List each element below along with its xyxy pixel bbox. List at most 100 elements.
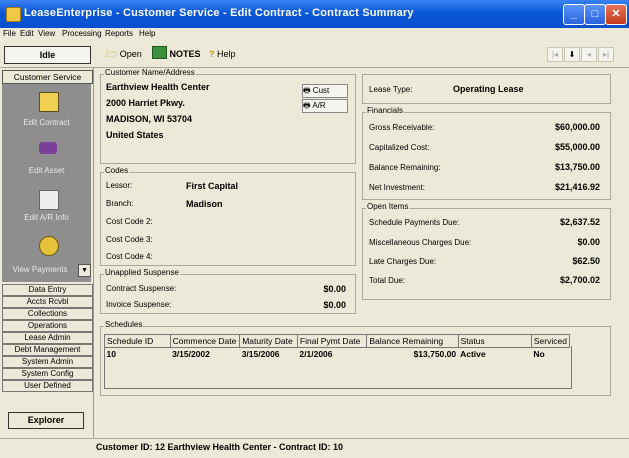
receipt-icon[interactable] [39, 190, 59, 210]
help-button[interactable]: ? Help [209, 45, 236, 63]
toolbar: Idle 🗁 Open NOTES ? Help |◂ ⬇ ◂ ▸| [0, 41, 629, 68]
open-button[interactable]: 🗁 Open [106, 45, 142, 63]
nav-area: Edit Contract Edit Asset Edit A/R Info V… [2, 84, 91, 282]
prev-record-icon[interactable]: ◂ [581, 47, 597, 62]
branch-value: Madison [186, 199, 223, 209]
module-customer-service[interactable]: Customer Service [2, 70, 93, 84]
nav-edit-ar-info[interactable]: Edit A/R Info [2, 213, 91, 222]
menu-help[interactable]: Help [139, 29, 155, 38]
customer-group-label: Customer Name/Address [104, 68, 196, 77]
customer-street: 2000 Harriet Pkwy. [106, 98, 185, 108]
close-button[interactable]: ✕ [605, 4, 627, 25]
cell-schedule-id: 10 [106, 349, 116, 359]
menu-reports[interactable]: Reports [105, 29, 133, 38]
ar-button[interactable]: 🖶 A/R [302, 99, 348, 113]
codes-group-label: Codes [104, 166, 130, 175]
cust-label: Cust [312, 86, 330, 95]
menu-edit[interactable]: Edit [20, 29, 34, 38]
nav-view-payments[interactable]: View Payments [2, 265, 78, 274]
col-serviced[interactable]: Serviced [530, 334, 571, 348]
financials-group-label: Financials [366, 106, 405, 115]
balance-remaining-label: Balance Remaining: [369, 163, 441, 172]
app-icon [6, 7, 21, 22]
customer-name: Earthview Health Center [106, 82, 210, 92]
gross-receivable-label: Gross Receivable: [369, 123, 435, 132]
cust-button[interactable]: 🖶 Cust [302, 84, 348, 98]
module-data-entry[interactable]: Data Entry [2, 284, 93, 296]
schedule-payments-due-value: $2,637.52 [559, 217, 600, 227]
schedules-group-label: Schedules [104, 320, 144, 329]
net-investment-value: $21,416.92 [554, 182, 600, 192]
col-balance-remaining[interactable]: Balance Remaining [366, 334, 459, 348]
help-label: Help [217, 49, 236, 59]
question-icon: ? [209, 49, 215, 59]
branch-label: Branch: [106, 199, 134, 208]
module-system-config[interactable]: System Config [2, 368, 93, 380]
document-icon[interactable] [39, 92, 59, 112]
status-text: Customer ID: 12 Earthview Health Center … [96, 442, 344, 452]
col-status[interactable]: Status [457, 334, 532, 348]
cell-maturity-date: 3/15/2006 [241, 349, 280, 359]
cost-code-2-label: Cost Code 2: [106, 217, 153, 226]
coins-icon[interactable] [39, 236, 59, 256]
nav-edit-contract[interactable]: Edit Contract [2, 118, 91, 127]
capitalized-cost-value: $55,000.00 [554, 142, 600, 152]
late-charges-due-label: Late Charges Due: [369, 257, 437, 266]
menu-processing[interactable]: Processing [62, 29, 102, 38]
cost-code-4-label: Cost Code 4: [106, 252, 153, 261]
balance-remaining-value: $13,750.00 [554, 162, 600, 172]
col-schedule-id[interactable]: Schedule ID [104, 334, 171, 348]
ar-label: A/R [312, 101, 326, 110]
net-investment-label: Net Investment: [369, 183, 426, 192]
open-items-group-label: Open Items [366, 202, 410, 211]
gross-receivable-value: $60,000.00 [554, 122, 600, 132]
lessor-value: First Capital [186, 181, 239, 191]
contract-suspense-label: Contract Suspense: [106, 284, 177, 293]
lease-type-value: Operating Lease [453, 84, 524, 94]
scroll-down-icon[interactable]: ▼ [78, 264, 91, 277]
contract-suspense-value: $0.00 [323, 284, 346, 294]
cost-code-3-label: Cost Code 3: [106, 235, 153, 244]
misc-charges-due-label: Miscellaneous Charges Due: [369, 238, 472, 247]
lessor-label: Lessor: [106, 181, 133, 190]
capitalized-cost-label: Capitalized Cost: [369, 143, 430, 152]
printer-icon: 🖶 [303, 86, 311, 95]
table-row[interactable]: 10 3/15/2002 3/15/2006 2/1/2006 $13,750.… [105, 348, 570, 361]
menu-file[interactable]: File [3, 29, 16, 38]
nav-edit-asset[interactable]: Edit Asset [2, 166, 91, 175]
suspense-group-label: Unapplied Suspense [104, 268, 180, 277]
open-label: Open [119, 49, 142, 59]
menu-view[interactable]: View [38, 29, 55, 38]
notes-button[interactable]: NOTES [152, 45, 201, 63]
first-record-icon[interactable]: |◂ [547, 47, 563, 62]
maximize-button[interactable]: □ [584, 4, 606, 25]
late-charges-due-value: $62.50 [572, 256, 600, 266]
down-arrow-icon[interactable]: ⬇ [564, 47, 580, 62]
schedules-table: Schedule ID Commence Date Maturity Date … [104, 334, 571, 361]
explorer-button[interactable]: Explorer [8, 412, 84, 429]
total-due-value: $2,700.02 [559, 275, 600, 285]
menu-bar: File Edit View Processing Reports Help [0, 28, 629, 41]
module-system-admin[interactable]: System Admin [2, 356, 93, 368]
window-title: LeaseEnterprise - Customer Service - Edi… [24, 7, 414, 19]
module-user-defined[interactable]: User Defined [2, 380, 93, 392]
car-icon[interactable] [39, 142, 57, 154]
col-maturity-date[interactable]: Maturity Date [239, 334, 298, 348]
module-debt-management[interactable]: Debt Management [2, 344, 93, 356]
cell-serviced: No [533, 349, 545, 359]
invoice-suspense-value: $0.00 [323, 300, 346, 310]
minimize-button[interactable]: _ [563, 4, 585, 25]
module-lease-admin[interactable]: Lease Admin [2, 332, 93, 344]
notes-icon [152, 46, 167, 59]
invoice-suspense-label: Invoice Suspense: [106, 300, 172, 309]
customer-city: MADISON, WI 53704 [106, 114, 193, 124]
module-accts-rcvbl[interactable]: Accts Rcvbl [2, 296, 93, 308]
misc-charges-due-value: $0.00 [577, 237, 600, 247]
module-operations[interactable]: Operations [2, 320, 93, 332]
folder-icon: 🗁 [106, 49, 118, 59]
col-commence-date[interactable]: Commence Date [169, 334, 241, 348]
module-collections[interactable]: Collections [2, 308, 93, 320]
cell-commence-date: 3/15/2002 [172, 349, 210, 359]
col-final-pymt-date[interactable]: Final Pymt Date [296, 334, 368, 348]
last-record-icon[interactable]: ▸| [598, 47, 614, 62]
